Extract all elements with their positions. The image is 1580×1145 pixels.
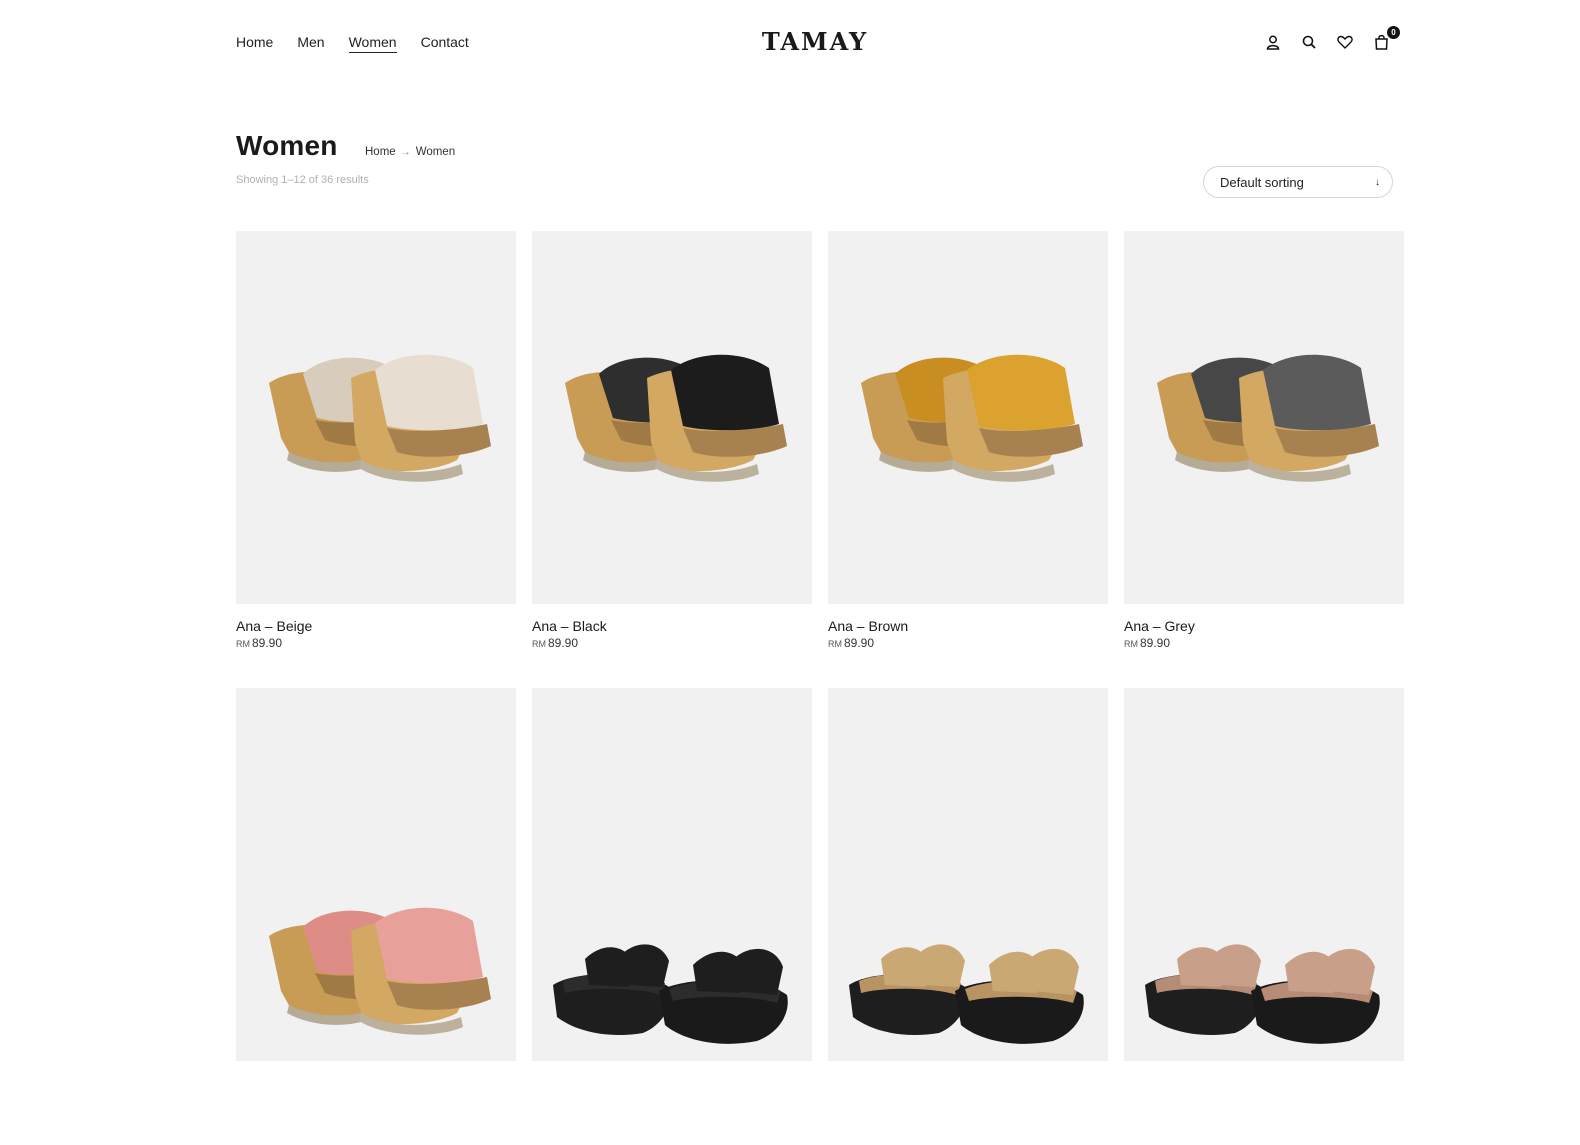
- sort-select[interactable]: Default sorting ↓: [1203, 166, 1393, 198]
- nav-women[interactable]: Women: [348, 34, 397, 53]
- svg-text:TAMAY: TAMAY: [762, 28, 868, 56]
- header-icons: 0: [1262, 26, 1400, 54]
- product-image[interactable]: [532, 688, 812, 1061]
- page-header: Women Home → Women: [236, 130, 455, 162]
- site-logo[interactable]: TAMAY: [760, 28, 870, 56]
- product-price: [532, 1077, 812, 1091]
- product-info: Ana – Brown RM 89.90: [828, 604, 1108, 688]
- product-image[interactable]: [1124, 688, 1404, 1061]
- price-currency: RM: [236, 639, 250, 649]
- price-amount: 89.90: [1140, 636, 1171, 650]
- nav-home[interactable]: Home: [236, 34, 273, 53]
- product-name[interactable]: Ana – Grey: [1124, 618, 1404, 634]
- page-title: Women: [236, 130, 338, 161]
- product-price: [236, 1077, 516, 1091]
- user-icon[interactable]: [1262, 30, 1284, 54]
- product-price: [828, 1077, 1108, 1091]
- product-card[interactable]: [1124, 688, 1404, 1145]
- product-card[interactable]: Ana – Grey RM 89.90: [1124, 231, 1404, 688]
- product-info: Ana – Beige RM 89.90: [236, 604, 516, 688]
- result-count: Showing 1–12 of 36 results: [236, 174, 369, 186]
- nav-men[interactable]: Men: [297, 34, 324, 53]
- product-card[interactable]: [236, 688, 516, 1145]
- product-name[interactable]: Ana – Black: [532, 618, 812, 634]
- price-currency: RM: [828, 639, 842, 649]
- sort-select-label: Default sorting: [1220, 174, 1304, 190]
- product-name[interactable]: Ana – Brown: [828, 618, 1108, 634]
- breadcrumb-arrow-icon: →: [400, 146, 411, 158]
- product-image[interactable]: [236, 688, 516, 1061]
- breadcrumb-home[interactable]: Home: [365, 146, 396, 158]
- breadcrumb-current: Women: [415, 146, 456, 158]
- product-card[interactable]: [532, 688, 812, 1145]
- product-grid: Ana – Beige RM 89.90 Ana – Black RM 89.90: [236, 231, 1404, 1145]
- product-price: RM 89.90: [532, 636, 812, 650]
- product-card[interactable]: [828, 688, 1108, 1145]
- search-icon[interactable]: [1298, 30, 1320, 54]
- main-nav: Home Men Women Contact: [236, 34, 469, 53]
- breadcrumb: Home → Women: [365, 146, 455, 158]
- product-info: [828, 1061, 1108, 1145]
- nav-contact[interactable]: Contact: [421, 34, 469, 53]
- product-price: RM 89.90: [828, 636, 1108, 650]
- price-currency: RM: [532, 639, 546, 649]
- product-info: [236, 1061, 516, 1145]
- product-info: [532, 1061, 812, 1145]
- product-card[interactable]: Ana – Black RM 89.90: [532, 231, 812, 688]
- product-image[interactable]: [828, 231, 1108, 604]
- price-amount: 89.90: [252, 636, 283, 650]
- heart-icon[interactable]: [1334, 30, 1356, 54]
- product-price: [1124, 1077, 1404, 1091]
- product-image[interactable]: [236, 231, 516, 604]
- product-price: RM 89.90: [236, 636, 516, 650]
- product-image[interactable]: [1124, 231, 1404, 604]
- chevron-down-icon: ↓: [1375, 176, 1380, 188]
- product-info: Ana – Black RM 89.90: [532, 604, 812, 688]
- price-amount: 89.90: [844, 636, 875, 650]
- product-card[interactable]: Ana – Beige RM 89.90: [236, 231, 516, 688]
- product-price: RM 89.90: [1124, 636, 1404, 650]
- cart-count-badge: 0: [1387, 26, 1400, 39]
- price-amount: 89.90: [548, 636, 579, 650]
- site-header: Home Men Women Contact TAMAY 0: [0, 0, 1580, 86]
- product-info: Ana – Grey RM 89.90: [1124, 604, 1404, 688]
- product-name[interactable]: Ana – Beige: [236, 618, 516, 634]
- cart-icon[interactable]: 0: [1370, 26, 1400, 54]
- price-currency: RM: [1124, 639, 1138, 649]
- product-info: [1124, 1061, 1404, 1145]
- product-card[interactable]: Ana – Brown RM 89.90: [828, 231, 1108, 688]
- product-image[interactable]: [828, 688, 1108, 1061]
- product-image[interactable]: [532, 231, 812, 604]
